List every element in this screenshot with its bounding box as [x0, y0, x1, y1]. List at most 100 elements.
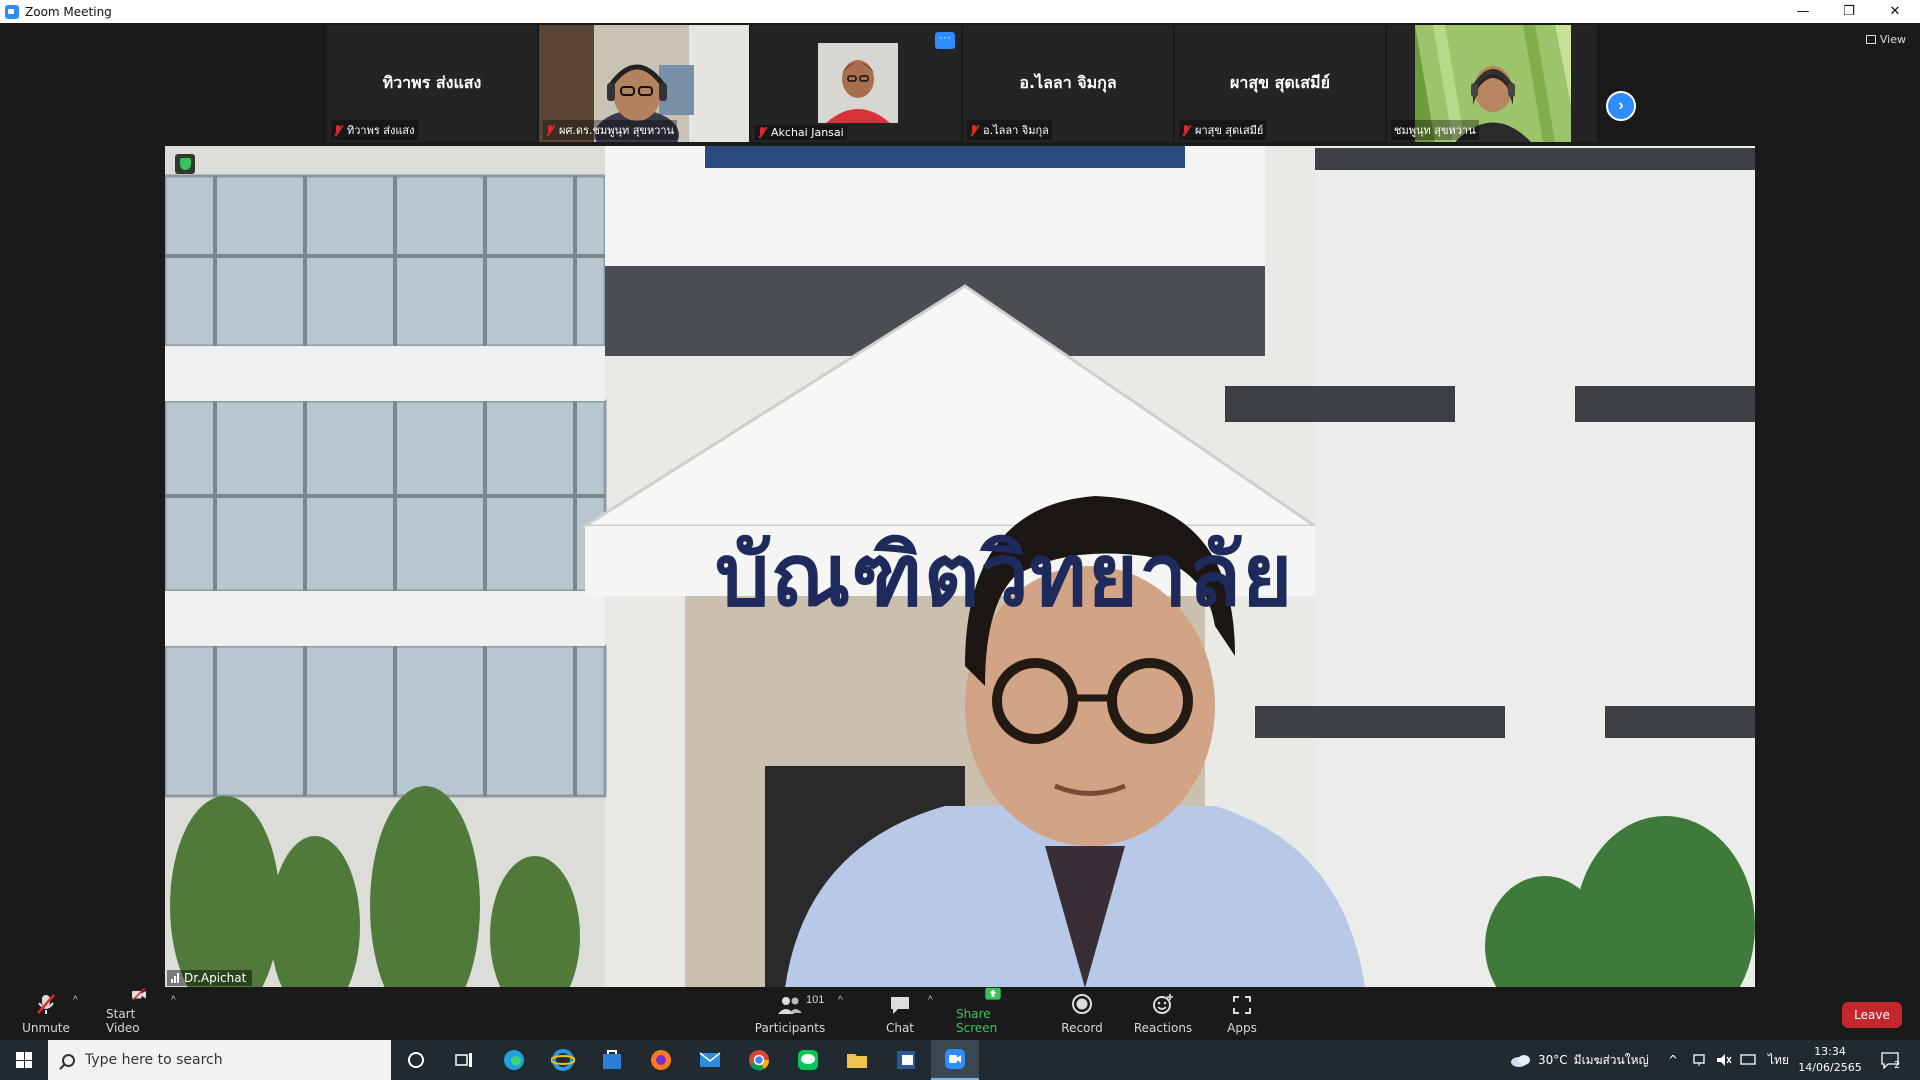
reactions-button[interactable]: Reactions — [1134, 987, 1192, 1040]
notification-count: 2 — [1894, 1059, 1901, 1071]
participants-options-caret[interactable]: ^ — [838, 995, 843, 1006]
action-center-button[interactable]: 2 — [1880, 1040, 1900, 1080]
cortana-button[interactable] — [392, 1040, 440, 1080]
participant-name-bar: ผศ.ดร.ชมพูนุท สุขหวาน — [543, 120, 678, 140]
participants-label: Participants — [754, 1021, 826, 1035]
taskbar-clock[interactable]: 13:34 14/06/2565 — [1790, 1044, 1870, 1076]
view-label: View — [1879, 33, 1906, 46]
start-video-button[interactable]: Start Video — [106, 987, 172, 1040]
network-icon — [1693, 1054, 1705, 1066]
video-options-caret[interactable]: ^ — [171, 995, 176, 1006]
participant-tile[interactable]: อ.ไลลา จิมกุล อ.ไลลา จิมกุล — [963, 25, 1173, 142]
taskbar-mail[interactable] — [686, 1040, 734, 1080]
participant-name: อ.ไลลา จิมกุล — [983, 124, 1049, 137]
firefox-icon — [651, 1050, 671, 1070]
mail-icon — [699, 1052, 721, 1067]
task-view-icon — [455, 1053, 472, 1067]
signal-strength-icon — [171, 973, 179, 983]
word-icon — [897, 1051, 915, 1069]
participant-name: ทิวาพร ส่งแสง — [347, 124, 415, 137]
participant-big-name: ทิวาพร ส่งแสง — [382, 73, 482, 92]
more-options-button[interactable]: ··· — [935, 31, 955, 49]
mic-off-icon — [1182, 124, 1191, 136]
tray-overflow-button[interactable]: ^ — [1668, 1040, 1678, 1080]
edge-icon — [504, 1050, 524, 1070]
taskbar-word[interactable] — [882, 1040, 930, 1080]
taskbar-line[interactable] — [784, 1040, 832, 1080]
record-button[interactable]: Record — [1058, 987, 1106, 1040]
active-speaker-video: บัณฑิตวิทยาลัย Dr.Apichat — [165, 146, 1755, 988]
start-button[interactable] — [0, 1040, 48, 1080]
taskbar-chrome[interactable] — [735, 1040, 783, 1080]
zoom-icon — [945, 1049, 965, 1069]
cortana-icon — [408, 1052, 424, 1068]
taskbar-firefox[interactable] — [637, 1040, 685, 1080]
zoom-app-icon — [5, 4, 19, 19]
audio-options-caret[interactable]: ^ — [73, 995, 78, 1006]
task-view-button[interactable] — [440, 1040, 488, 1080]
grid-icon — [1865, 35, 1876, 44]
participant-strip: ทิวาพร ส่งแสง ทิวาพร ส่งแสง ผศ.ดร.ชมพูนุ… — [327, 25, 1597, 142]
network-status[interactable] — [1692, 1040, 1706, 1080]
taskbar-internet-explorer[interactable] — [539, 1040, 587, 1080]
mic-off-icon — [970, 124, 979, 136]
taskbar-zoom[interactable] — [931, 1040, 979, 1080]
participant-tile[interactable]: ผศ.ดร.ชมพูนุท สุขหวาน — [539, 25, 749, 142]
share-screen-icon — [985, 987, 1001, 1000]
apps-button[interactable]: Apps — [1222, 987, 1262, 1040]
participant-name: Akchai Jansai — [771, 126, 844, 139]
mic-off-icon — [758, 127, 767, 138]
participant-name-bar: ผาสุข สุดเสมีย์ — [1179, 120, 1267, 140]
window-titlebar: Zoom Meeting — ❐ ✕ — [0, 0, 1920, 23]
display-icon — [1740, 1054, 1756, 1065]
chrome-icon — [749, 1050, 770, 1071]
participant-tile[interactable]: ทิวาพร ส่งแสง ทิวาพร ส่งแสง — [327, 25, 537, 142]
store-icon — [603, 1050, 621, 1069]
display-status[interactable] — [1740, 1040, 1756, 1080]
close-button[interactable]: ✕ — [1872, 0, 1918, 23]
camera-off-icon — [132, 987, 146, 1001]
participants-icon — [778, 997, 802, 1014]
taskbar-search-box[interactable]: Type here to search — [48, 1040, 391, 1080]
input-language[interactable]: ไทย — [1768, 1040, 1789, 1080]
taskbar-edge[interactable] — [490, 1040, 538, 1080]
share-screen-button[interactable]: Share Screen — [956, 987, 1030, 1040]
weather-widget[interactable]: 30°C มีเมฆส่วนใหญ่ — [1510, 1040, 1649, 1080]
search-icon — [62, 1053, 75, 1067]
speaker-name-label: Dr.Apichat — [167, 970, 253, 986]
restore-button[interactable]: ❐ — [1826, 0, 1872, 23]
meeting-area: View ทิวาพร ส่งแสง ทิวาพร ส่งแสง ผศ.ดร.ช… — [0, 23, 1920, 988]
participant-name: ผศ.ดร.ชมพูนุท สุขหวาน — [559, 124, 675, 137]
record-icon — [1072, 994, 1092, 1014]
participant-avatar-photo — [818, 43, 898, 123]
chat-label: Chat — [885, 1021, 915, 1035]
weather-description: มีเมฆส่วนใหญ่ — [1573, 1052, 1649, 1067]
clock-date: 14/06/2565 — [1798, 1061, 1862, 1074]
unmute-button[interactable]: Unmute — [18, 987, 74, 1040]
participant-name-bar: ชมพูนุท สุขหวาน — [1391, 120, 1479, 140]
participant-tile[interactable]: ผาสุข สุดเสมีย์ ผาสุข สุดเสมีย์ — [1175, 25, 1385, 142]
volume-control[interactable] — [1716, 1040, 1732, 1080]
participant-tile[interactable]: ชมพูนุท สุขหวาน — [1387, 25, 1597, 142]
participant-name-bar: อ.ไลลา จิมกุล — [967, 120, 1052, 140]
window-title: Zoom Meeting — [25, 4, 112, 19]
building-sign-text: บัณฑิตวิทยาลัย — [715, 525, 1294, 626]
internet-explorer-icon — [551, 1049, 575, 1071]
view-button[interactable]: View — [1865, 33, 1906, 46]
leave-button[interactable]: Leave — [1842, 1002, 1902, 1028]
minimize-button[interactable]: — — [1780, 0, 1826, 23]
chat-options-caret[interactable]: ^ — [928, 995, 933, 1006]
start-video-label: Start Video — [106, 1007, 140, 1035]
weather-temp: 30°C — [1538, 1053, 1568, 1067]
next-page-button[interactable]: › — [1606, 91, 1636, 121]
participant-big-name: อ.ไลลา จิมกุล — [1019, 73, 1117, 92]
participant-name: ชมพูนุท สุขหวาน — [1394, 124, 1476, 137]
encryption-shield-icon[interactable] — [175, 154, 195, 174]
chat-button[interactable]: Chat — [876, 987, 924, 1040]
taskbar-store[interactable] — [588, 1040, 636, 1080]
share-screen-label: Share Screen — [956, 1007, 998, 1035]
participant-tile[interactable]: ··· Akchai Jansai — [751, 25, 961, 142]
reactions-label: Reactions — [1133, 1021, 1193, 1035]
clock-time: 13:34 — [1814, 1045, 1846, 1058]
taskbar-file-explorer[interactable] — [833, 1040, 881, 1080]
